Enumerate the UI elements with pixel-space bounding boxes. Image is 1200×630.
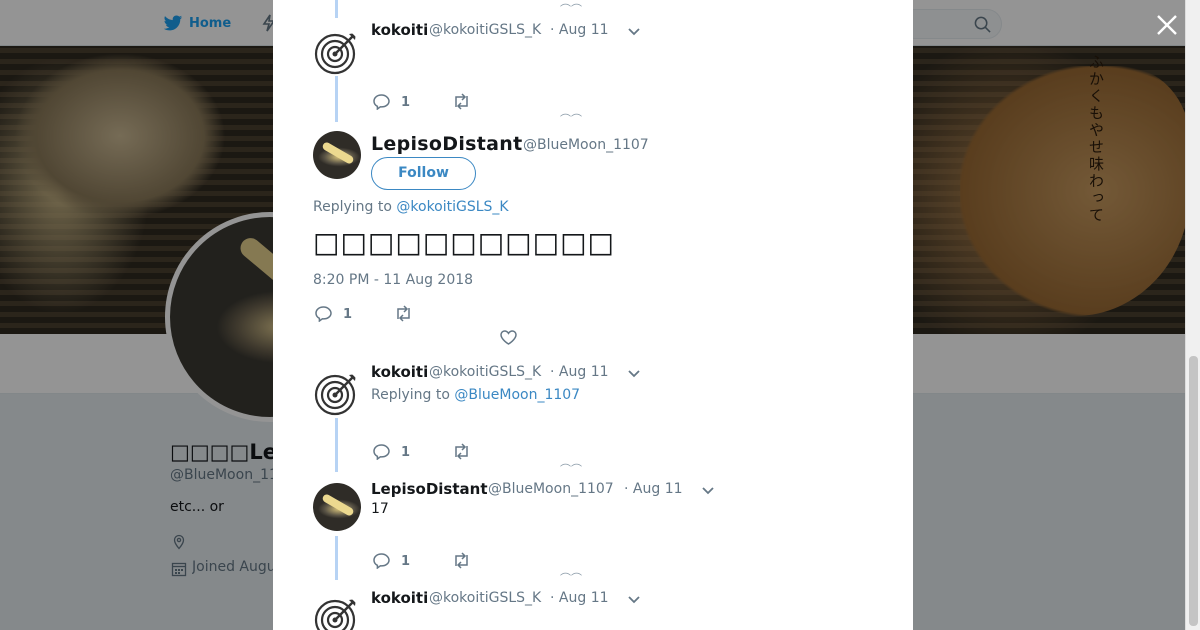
chevron-down-icon[interactable] [627, 369, 641, 379]
retweet-icon[interactable] [394, 305, 413, 322]
chevron-down-icon[interactable] [701, 486, 715, 496]
tweet-date[interactable]: · Aug 11 [550, 590, 609, 606]
tweet-author-name[interactable]: LepisoDistant [371, 480, 488, 498]
avatar[interactable] [313, 369, 361, 417]
focused-author-handle[interactable]: @BlueMoon_1107 [523, 137, 649, 153]
avatar[interactable] [313, 594, 361, 630]
thread-connector: ⌒⌒ [560, 572, 582, 585]
reply-icon[interactable] [372, 552, 391, 569]
target-icon [314, 599, 356, 630]
thread-connector: ⌒⌒ [560, 3, 582, 16]
tweet-author-handle[interactable]: @kokoitiGSLS_K [429, 364, 541, 380]
focused-tweet-timestamp[interactable]: 8:20 PM - 11 Aug 2018 [313, 272, 473, 288]
avatar[interactable] [313, 28, 361, 76]
tweet-author-handle[interactable]: @kokoitiGSLS_K [429, 590, 541, 606]
reply-count: 1 [401, 445, 411, 460]
like-icon[interactable] [499, 329, 518, 346]
tweet-modal: ⌒⌒ kokoiti @kokoitiGSLS_K · Aug 11 1 ⌒⌒ … [273, 0, 913, 630]
retweet-icon[interactable] [452, 552, 471, 569]
tweet-author-handle[interactable]: @kokoitiGSLS_K [429, 22, 541, 38]
tweet-date[interactable]: · Aug 11 [550, 364, 609, 380]
avatar[interactable] [313, 131, 361, 179]
focused-tweet-text: □□□□□□□□□□□ [313, 226, 616, 259]
scrollbar-thumb[interactable] [1189, 356, 1198, 626]
reply-count: 1 [401, 554, 411, 569]
reply-icon[interactable] [372, 443, 391, 460]
reply-count: 1 [401, 95, 411, 110]
replying-to: Replying to @kokoitiGSLS_K [313, 199, 509, 215]
reply-icon[interactable] [314, 305, 333, 322]
tweet-text: 17 [371, 501, 389, 517]
replying-to-link[interactable]: @BlueMoon_1107 [454, 387, 580, 403]
chevron-down-icon[interactable] [627, 27, 641, 37]
retweet-icon[interactable] [452, 443, 471, 460]
replying-prefix: Replying to [313, 199, 392, 215]
replying-to-link[interactable]: @kokoitiGSLS_K [396, 199, 508, 215]
reply-count: 1 [343, 307, 353, 322]
follow-button[interactable]: Follow [371, 157, 476, 190]
reply-icon[interactable] [372, 93, 391, 110]
close-icon[interactable] [1154, 12, 1180, 38]
thread-connector: ⌒⌒ [560, 463, 582, 476]
tweet-date[interactable]: · Aug 11 [550, 22, 609, 38]
tweet-author-handle[interactable]: @BlueMoon_1107 [488, 481, 614, 497]
page-scrollbar[interactable] [1185, 0, 1200, 630]
replying-prefix: Replying to [371, 387, 450, 403]
avatar[interactable] [313, 483, 361, 531]
target-icon [314, 374, 356, 416]
thread-line [335, 0, 338, 18]
chevron-down-icon[interactable] [627, 595, 641, 605]
thread-connector: ⌒⌒ [560, 113, 582, 126]
retweet-icon[interactable] [452, 93, 471, 110]
thread-line [335, 76, 338, 122]
tweet-author-name[interactable]: kokoiti [371, 589, 428, 607]
tweet-author-name[interactable]: kokoiti [371, 21, 428, 39]
replying-to: Replying to @BlueMoon_1107 [371, 387, 580, 403]
thread-line [335, 418, 338, 472]
target-icon [314, 33, 356, 75]
thread-line [335, 536, 338, 580]
tweet-date[interactable]: · Aug 11 [624, 481, 683, 497]
focused-author-name[interactable]: LepisoDistant [371, 133, 522, 155]
tweet-author-name[interactable]: kokoiti [371, 363, 428, 381]
